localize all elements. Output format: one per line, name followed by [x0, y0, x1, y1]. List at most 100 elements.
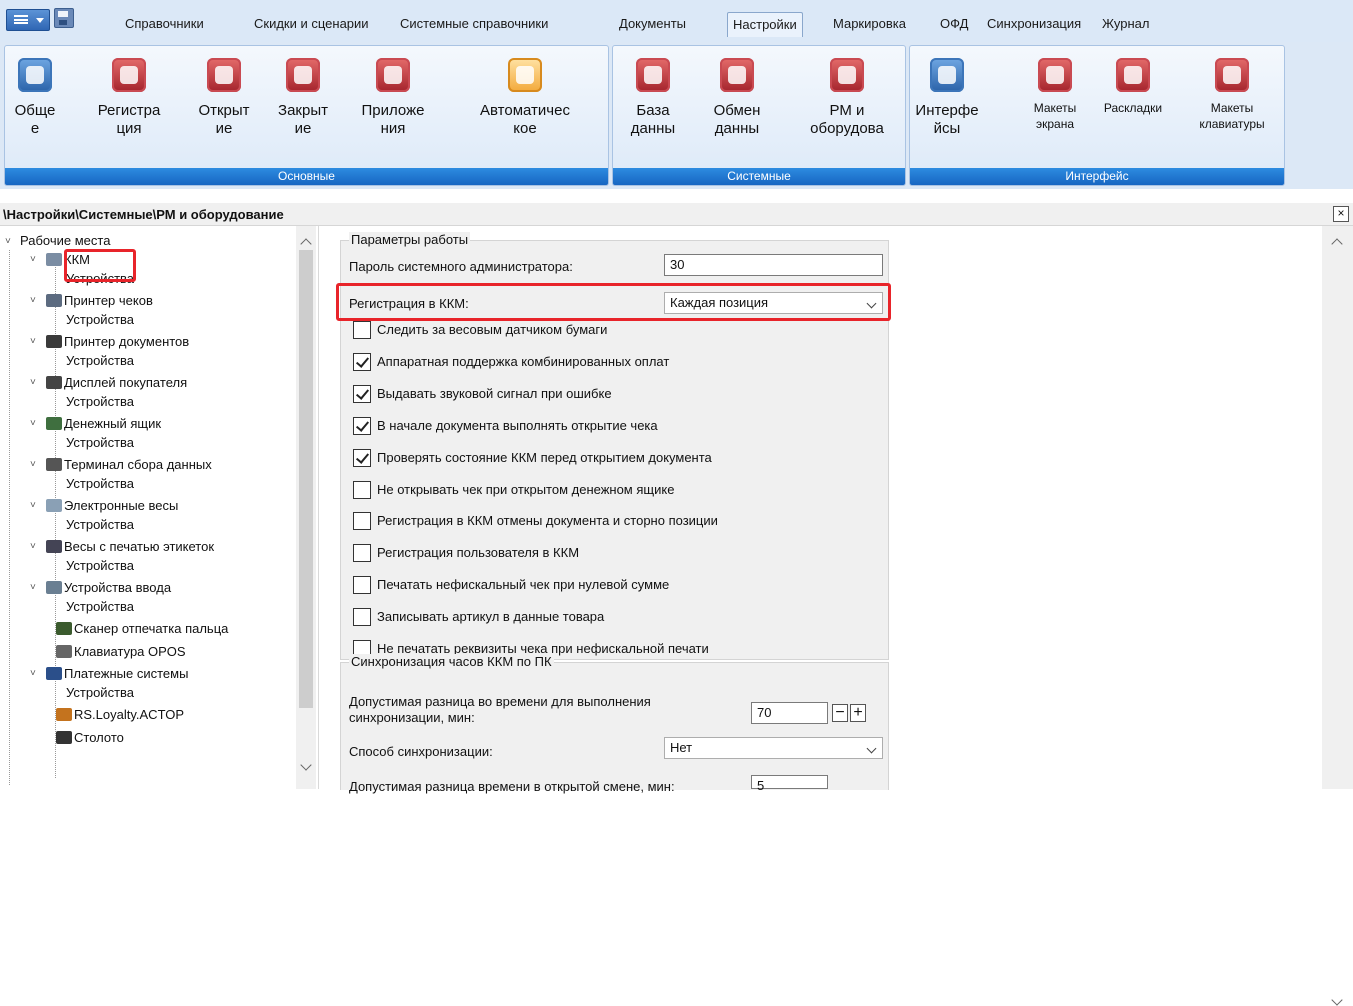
- workplace-tree[interactable]: ˅ Рабочие места ˅ ККМ Устройства ˅ Принтер ч…: [0, 226, 319, 789]
- tab-ofd[interactable]: ОФД: [935, 14, 973, 34]
- keyboard-layouts-button[interactable]: Макеты клавиатуры: [1184, 58, 1280, 136]
- tree-item[interactable]: ˅ Денежный ящик: [30, 414, 161, 434]
- tree-item[interactable]: ˅ Электронные весы: [30, 496, 178, 516]
- partial-diff-label: Допустимая разница времени в открытой см…: [349, 779, 675, 794]
- tree-item[interactable]: ˅ Устройства ввода: [30, 578, 172, 598]
- checkbox[interactable]: [353, 480, 371, 499]
- tab-discounts[interactable]: Скидки и сценарии: [249, 14, 374, 34]
- layouts-button[interactable]: Раскладки: [1093, 58, 1173, 136]
- automatic-button[interactable]: Автоматичес кое: [445, 58, 605, 138]
- apps-button[interactable]: Приложе ния: [345, 58, 441, 138]
- tree-subitem[interactable]: Устройства: [66, 474, 134, 494]
- checkbox[interactable]: [353, 416, 371, 435]
- checkbox[interactable]: [353, 608, 371, 627]
- tree-root[interactable]: Рабочие места: [20, 231, 110, 251]
- tab-journal[interactable]: Журнал: [1097, 14, 1154, 34]
- tree-item[interactable]: ˅ Весы с печатью этикеток: [30, 537, 214, 557]
- content-scrollbar[interactable]: [1322, 226, 1353, 1006]
- checkbox-label[interactable]: В начале документа выполнять открытие че…: [377, 418, 658, 433]
- tab-marking[interactable]: Маркировка: [828, 14, 911, 34]
- checkbox-label[interactable]: Аппаратная поддержка комбинированных опл…: [377, 354, 669, 369]
- tree-item[interactable]: Клавиатура OPOS: [56, 642, 186, 662]
- checkbox-label[interactable]: Не открывать чек при открытом денежном я…: [377, 482, 674, 497]
- checkbox[interactable]: [353, 352, 371, 371]
- minus-icon[interactable]: −: [832, 704, 848, 722]
- workplace-equipment-button[interactable]: РМ и оборудова: [791, 58, 903, 138]
- device-icon: [46, 499, 62, 512]
- tree-item[interactable]: Сканер отпечатка пальца: [56, 619, 228, 639]
- ribbon-group-system: База данны Обмен данны РМ и оборудова Си…: [612, 45, 906, 186]
- chevron-down-icon[interactable]: ˅: [30, 255, 40, 265]
- scroll-up-icon[interactable]: [1331, 238, 1343, 250]
- chevron-down-icon[interactable]: ˅: [30, 337, 40, 347]
- tree-subitem[interactable]: Устройства: [66, 515, 134, 535]
- tree-item[interactable]: ˅ Платежные системы: [30, 664, 188, 684]
- tree-subitem[interactable]: Устройства: [66, 433, 134, 453]
- device-icon: [56, 730, 72, 744]
- tree-scroll-thumb[interactable]: [299, 250, 313, 708]
- chevron-down-icon[interactable]: ˅: [30, 669, 40, 679]
- checkbox-label[interactable]: Регистрация в ККМ отмены документа и сто…: [377, 513, 718, 528]
- close-icon[interactable]: ×: [1333, 206, 1349, 222]
- partial-diff-input[interactable]: 5: [751, 775, 828, 793]
- scroll-down-icon[interactable]: [300, 759, 312, 771]
- checkbox[interactable]: [353, 321, 371, 339]
- chevron-down-icon[interactable]: ˅: [30, 419, 40, 429]
- scroll-up-icon[interactable]: [300, 238, 312, 250]
- tree-item[interactable]: RS.Loyalty.ACTOP: [56, 705, 184, 725]
- database-button[interactable]: База данны: [617, 58, 689, 138]
- tab-directories[interactable]: Справочники: [120, 14, 209, 34]
- checkbox[interactable]: [353, 544, 371, 563]
- registration-label: Регистра ция: [97, 102, 161, 137]
- save-icon[interactable]: [54, 8, 74, 28]
- sync-diff-input[interactable]: 70: [751, 702, 828, 724]
- tree-item[interactable]: ˅ Принтер чеков: [30, 291, 153, 311]
- tree-item-label: Устройства ввода: [64, 580, 172, 595]
- closing-button[interactable]: Закрыт ие: [264, 58, 342, 138]
- app-menu-button[interactable]: [6, 9, 50, 31]
- chevron-down-icon[interactable]: ˅: [30, 296, 40, 306]
- device-icon: [46, 294, 62, 307]
- chevron-down-icon[interactable]: ˅: [30, 501, 40, 511]
- general-button[interactable]: Обще е: [5, 58, 65, 138]
- checkbox-label[interactable]: Записывать артикул в данные товара: [377, 609, 604, 624]
- tab-system-directories[interactable]: Системные справочники: [395, 14, 553, 34]
- scroll-down-icon[interactable]: [1331, 994, 1343, 1006]
- checkbox[interactable]: [353, 384, 371, 403]
- tree-subitem[interactable]: Устройства: [66, 351, 134, 371]
- opening-button[interactable]: Открыт ие: [188, 58, 260, 138]
- chevron-down-icon[interactable]: ˅: [5, 237, 15, 247]
- plus-icon[interactable]: +: [850, 704, 866, 722]
- exchange-button[interactable]: Обмен данны: [695, 58, 779, 138]
- checkbox-label[interactable]: Следить за весовым датчиком бумаги: [377, 322, 607, 337]
- sync-legend: Синхронизация часов ККМ по ПК: [349, 654, 554, 669]
- chevron-down-icon[interactable]: ˅: [30, 378, 40, 388]
- checkbox-label[interactable]: Выдавать звуковой сигнал при ошибке: [377, 386, 612, 401]
- screen-layouts-button[interactable]: Макеты экрана: [1022, 58, 1088, 136]
- checkbox-label[interactable]: Регистрация пользователя в ККМ: [377, 545, 579, 560]
- tree-subitem[interactable]: Устройства: [66, 597, 134, 617]
- chevron-down-icon[interactable]: ˅: [30, 460, 40, 470]
- chevron-down-icon[interactable]: ˅: [30, 583, 40, 593]
- tab-settings[interactable]: Настройки: [727, 12, 803, 37]
- tree-item[interactable]: ˅ Терминал сбора данных: [30, 455, 212, 475]
- admin-password-input[interactable]: 30: [664, 254, 883, 276]
- checkbox[interactable]: [353, 448, 371, 467]
- tree-subitem[interactable]: Устройства: [66, 310, 134, 330]
- sync-method-select[interactable]: Нет: [664, 737, 883, 759]
- checkbox-label[interactable]: Проверять состояние ККМ перед открытием …: [377, 450, 712, 465]
- tab-documents[interactable]: Документы: [614, 14, 691, 34]
- tree-item[interactable]: ˅ Дисплей покупателя: [30, 373, 187, 393]
- tree-item[interactable]: Столото: [56, 728, 124, 748]
- interfaces-button[interactable]: Интерфе йсы: [912, 58, 982, 138]
- checkbox-label[interactable]: Печатать нефискальный чек при нулевой су…: [377, 577, 669, 592]
- tree-item[interactable]: ˅ Принтер документов: [30, 332, 189, 352]
- checkbox[interactable]: [353, 576, 371, 595]
- tab-sync[interactable]: Синхронизация: [982, 14, 1086, 34]
- tree-subitem[interactable]: Устройства: [66, 556, 134, 576]
- tree-subitem[interactable]: Устройства: [66, 683, 134, 703]
- chevron-down-icon[interactable]: ˅: [30, 542, 40, 552]
- registration-button[interactable]: Регистра ция: [87, 58, 171, 138]
- checkbox[interactable]: [353, 512, 371, 531]
- tree-subitem[interactable]: Устройства: [66, 392, 134, 412]
